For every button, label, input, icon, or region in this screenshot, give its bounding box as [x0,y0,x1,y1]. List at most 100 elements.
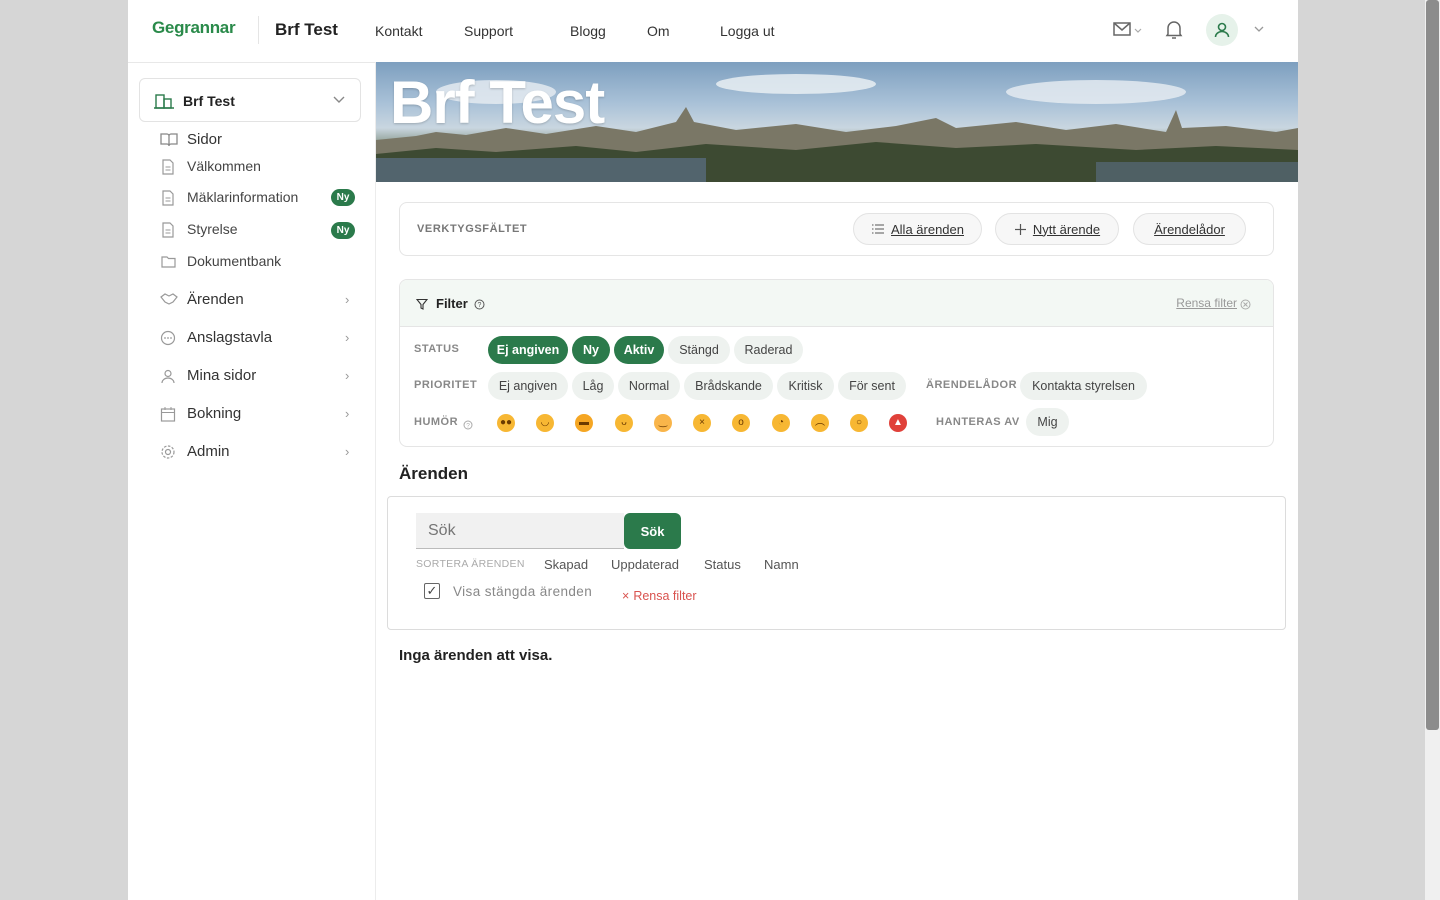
clear-filter-link-red[interactable]: × Rensa filter [622,589,697,603]
sidebar-item-sidor[interactable]: Sidor [187,131,222,148]
mood-sunglasses-icon[interactable]: ▬ [575,414,593,432]
sort-updated[interactable]: Uppdaterad [611,557,679,572]
avatar[interactable] [1206,14,1238,46]
priority-chip-bradskande[interactable]: Brådskande [684,372,773,400]
search-button[interactable]: Sök [624,513,681,549]
svg-text:?: ? [478,302,482,309]
calendar-icon [160,406,176,427]
sidebar-item-dokumentbank[interactable]: Dokumentbank [187,253,281,269]
logo[interactable]: Gegrannar [152,18,236,38]
folder-icon [161,255,176,273]
status-chip-aktiv[interactable]: Aktiv [614,336,664,364]
org-name: Brf Test [183,93,235,109]
sidebar-item-arenden[interactable]: Ärenden [187,291,244,308]
funnel-icon [415,297,429,315]
close-circle-icon[interactable] [1240,297,1251,315]
new-badge: Ny [331,189,355,206]
chevron-right-icon: › [345,406,350,421]
book-icon [160,132,178,153]
mood-label: HUMÖR [414,416,459,428]
status-chip-ej-angiven[interactable]: Ej angiven [488,336,568,364]
new-case-button[interactable]: Nytt ärende [995,213,1119,245]
mood-shocked-icon[interactable]: o [732,414,750,432]
help-icon[interactable]: ? [474,297,485,315]
clear-filter-text: Rensa filter [633,589,697,603]
sidebar-item-valkommen[interactable]: Välkommen [187,158,261,174]
mood-dizzy-icon[interactable]: × [693,414,711,432]
filter-title: Filter [436,296,468,311]
clear-filter-link[interactable]: Rensa filter [1176,296,1237,310]
user-icon [160,368,176,389]
box-chip-kontakta-styrelsen[interactable]: Kontakta styrelsen [1020,372,1147,400]
help-icon[interactable]: ? [463,417,473,435]
search-input[interactable] [416,513,624,549]
show-closed-label: Visa stängda ärenden [453,584,593,599]
bell-icon[interactable] [1165,20,1183,45]
gear-icon [160,444,176,465]
priority-chip-for-sent[interactable]: För sent [838,372,906,400]
nav-kontakt[interactable]: Kontakt [375,23,422,39]
status-chip-raderad[interactable]: Raderad [734,336,803,364]
nav-blogg[interactable]: Blogg [570,23,606,39]
new-case-label: Nytt ärende [1032,221,1101,237]
all-cases-button[interactable]: Alla ärenden [853,213,982,245]
mood-content-icon[interactable]: ‿ [654,414,672,432]
chat-icon [160,330,176,351]
status-label: STATUS [414,343,460,355]
case-boxes-button[interactable]: Ärendelådor [1133,213,1246,245]
mood-grin-icon[interactable]: ◡ [536,414,554,432]
mood-flushed-icon[interactable]: ○ [850,414,868,432]
toolbar-title: VERKTYGSFÄLTET [417,223,528,235]
priority-chip-lag[interactable]: Låg [572,372,614,400]
document-icon [161,190,175,211]
sidebar-item-styrelse[interactable]: Styrelse [187,221,238,237]
brand-title[interactable]: Brf Test [275,20,338,40]
priority-chip-normal[interactable]: Normal [618,372,680,400]
user-icon [1214,22,1230,38]
hero-banner: Brf Test [376,62,1298,182]
sidebar: Brf Test Sidor Välkommen Mäklarinformati… [128,62,376,900]
status-chip-ny[interactable]: Ny [572,336,610,364]
priority-chip-kritisk[interactable]: Kritisk [777,372,834,400]
page: Gegrannar Brf Test Kontakt Support Blogg… [128,0,1298,900]
sidebar-item-admin[interactable]: Admin [187,443,230,460]
scrollbar[interactable] [1425,0,1440,900]
mail-icon[interactable] [1113,20,1145,45]
svg-text:?: ? [466,422,470,429]
status-chip-stangd[interactable]: Stängd [668,336,730,364]
mood-angry-icon[interactable]: ▲ [889,414,907,432]
document-icon [161,222,175,243]
priority-chip-ej-angiven[interactable]: Ej angiven [488,372,568,400]
top-navbar: Gegrannar Brf Test Kontakt Support Blogg… [128,0,1298,63]
chevron-down-icon[interactable] [1253,22,1265,40]
list-icon [872,224,884,234]
org-selector[interactable]: Brf Test [139,78,361,122]
close-icon: × [622,589,630,603]
handled-chip-mig[interactable]: Mig [1026,408,1069,436]
sidebar-item-mina-sidor[interactable]: Mina sidor [187,367,256,384]
all-cases-label: Alla ärenden [891,221,964,237]
sort-name[interactable]: Namn [764,557,799,572]
priority-label: PRIORITET [414,379,478,391]
handled-by-label: HANTERAS AV [936,416,1020,428]
handshake-icon [160,292,178,311]
chevron-right-icon: › [345,292,350,307]
mood-sad-icon[interactable]: ︵ [811,414,829,432]
nav-support[interactable]: Support [464,23,513,39]
sidebar-item-bokning[interactable]: Bokning [187,405,241,422]
nav-logga-ut[interactable]: Logga ut [720,23,775,39]
chevron-down-icon [332,93,346,112]
sort-status[interactable]: Status [704,557,741,572]
sort-created[interactable]: Skapad [544,557,588,572]
nav-om[interactable]: Om [647,23,670,39]
sidebar-item-maklarinformation[interactable]: Mäklarinformation [187,189,298,205]
mood-thinking-icon[interactable]: ◔ [772,414,790,432]
mood-neutral-icon[interactable]: ●● [497,414,515,432]
sidebar-item-anslagstavla[interactable]: Anslagstavla [187,329,272,346]
mood-silly-icon[interactable]: ᴗ [615,414,633,432]
show-closed-checkbox[interactable]: ✓ [424,583,440,599]
filter-header: Filter ? Rensa filter [400,280,1273,327]
plus-icon [1014,223,1026,235]
cases-title: Ärenden [399,464,468,483]
scrollbar-thumb[interactable] [1426,0,1439,730]
